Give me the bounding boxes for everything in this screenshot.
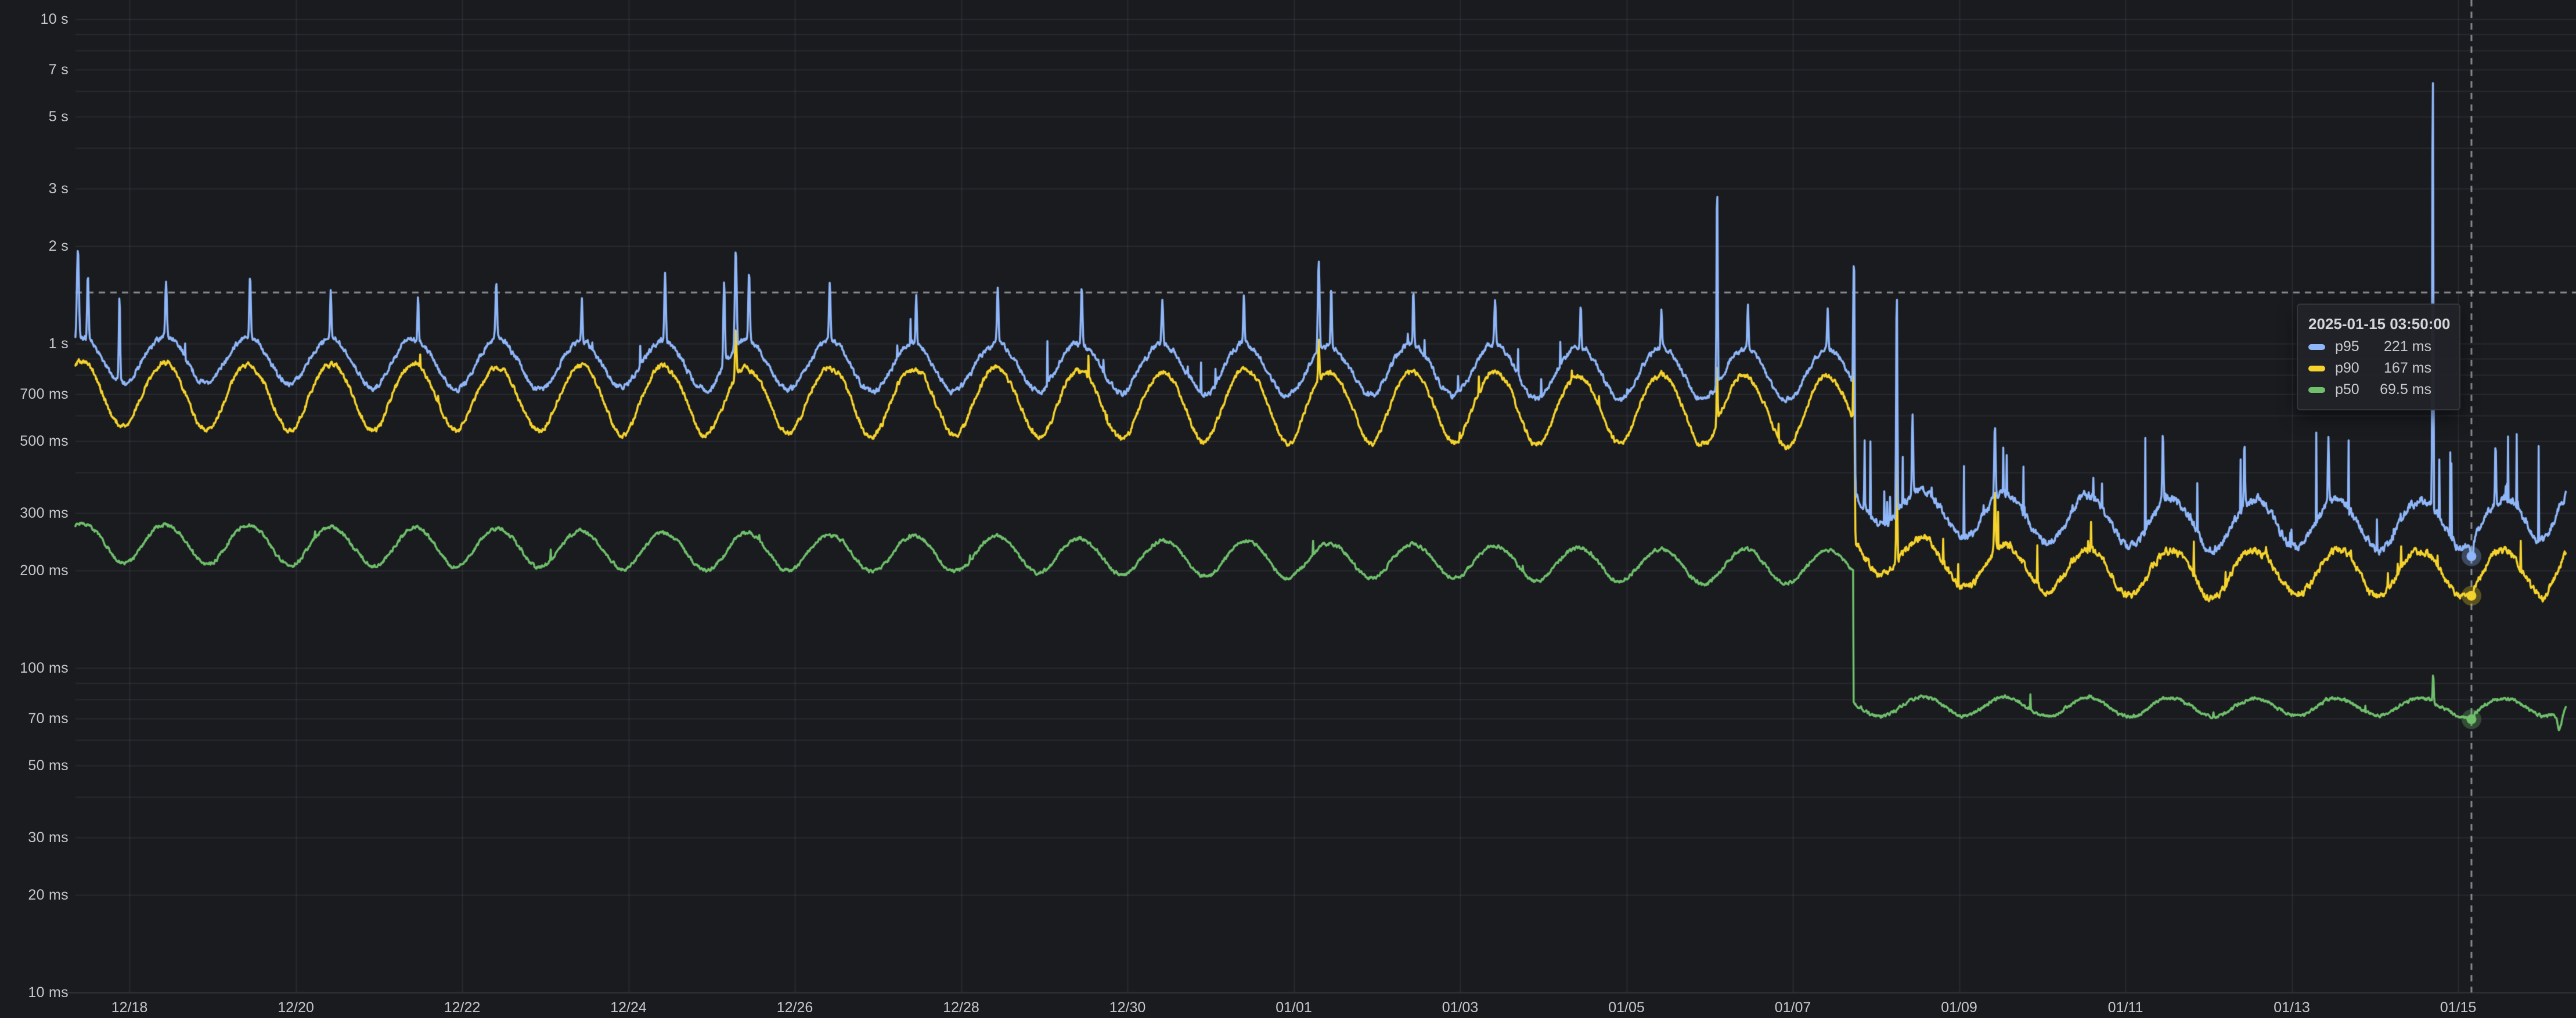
- timeseries-plot-canvas[interactable]: [0, 0, 2576, 1018]
- y-tick-label: 10 ms: [0, 983, 69, 1002]
- tooltip-series-label: p50: [2335, 381, 2359, 398]
- x-tick-label: 01/01: [1253, 996, 1335, 1018]
- x-tick-label: 12/20: [255, 996, 337, 1018]
- tooltip-timestamp: 2025-01-15 03:50:00: [2308, 312, 2449, 336]
- x-tick-label: 12/22: [421, 996, 503, 1018]
- y-tick-label: 2 s: [0, 236, 69, 256]
- y-tick-label: 10 s: [0, 9, 69, 29]
- x-tick-label: 12/26: [754, 996, 835, 1018]
- latency-percentiles-panel: 10 s 7 s 5 s 3 s 2 s 1 s 700 ms 500 ms 300 ms 200…: [0, 0, 2576, 1018]
- x-tick-label: 01/11: [2085, 996, 2166, 1018]
- x-tick-label: 01/13: [2251, 996, 2333, 1018]
- tooltip-row-p95: p95 221 ms: [2308, 336, 2449, 358]
- hover-tooltip: 2025-01-15 03:50:00 p95 221 ms p90 167 m…: [2297, 304, 2460, 410]
- tooltip-row-p50: p50 69.5 ms: [2308, 379, 2449, 400]
- y-tick-label: 200 ms: [0, 561, 69, 580]
- y-tick-label: 100 ms: [0, 658, 69, 678]
- x-tick-label: 12/30: [1087, 996, 1168, 1018]
- y-tick-label: 3 s: [0, 179, 69, 198]
- y-tick-label: 500 ms: [0, 431, 69, 451]
- y-tick-label: 300 ms: [0, 503, 69, 523]
- tooltip-row-p90: p90 167 ms: [2308, 358, 2449, 379]
- y-tick-label: 700 ms: [0, 384, 69, 404]
- p50-series-color-pill: [2308, 387, 2325, 393]
- y-tick-label: 20 ms: [0, 885, 69, 905]
- x-tick-label: 01/09: [1919, 996, 2000, 1018]
- x-tick-label: 12/24: [588, 996, 669, 1018]
- y-tick-label: 30 ms: [0, 828, 69, 847]
- x-tick-label: 01/07: [1752, 996, 1833, 1018]
- y-tick-label: 70 ms: [0, 709, 69, 728]
- tooltip-series-label: p95: [2335, 338, 2359, 355]
- p90-series-color-pill: [2308, 366, 2325, 371]
- x-tick-label: 12/28: [921, 996, 1002, 1018]
- y-tick-label: 1 s: [0, 334, 69, 353]
- y-tick-label: 7 s: [0, 60, 69, 80]
- tooltip-series-value: 221 ms: [2384, 338, 2431, 355]
- x-tick-label: 01/15: [2418, 996, 2499, 1018]
- x-tick-label: 12/18: [89, 996, 170, 1018]
- tooltip-series-label: p90: [2335, 360, 2359, 377]
- x-tick-label: 01/05: [1586, 996, 1667, 1018]
- y-tick-label: 5 s: [0, 107, 69, 127]
- tooltip-series-value: 69.5 ms: [2380, 381, 2431, 398]
- y-tick-label: 50 ms: [0, 756, 69, 775]
- tooltip-series-value: 167 ms: [2384, 360, 2431, 377]
- p95-series-color-pill: [2308, 344, 2325, 350]
- x-tick-label: 01/03: [1419, 996, 1501, 1018]
